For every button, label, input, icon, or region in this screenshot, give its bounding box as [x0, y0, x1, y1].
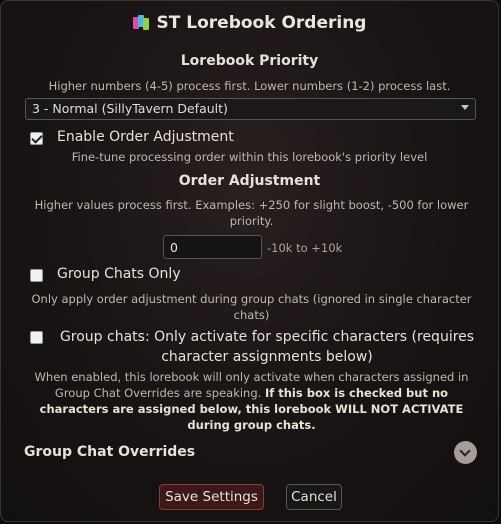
group-chats-only-hint: Only apply order adjustment during group… — [31, 292, 472, 322]
priority-hint: Higher numbers (4-5) process first. Lowe… — [48, 79, 451, 93]
enable-order-adjustment-label[interactable]: Enable Order Adjustment — [57, 129, 234, 145]
lorebook-ordering-dialog: ST Lorebook Ordering Lorebook Priority H… — [0, 0, 499, 522]
dialog-title: ST Lorebook Ordering — [1, 13, 498, 33]
group-specific-label[interactable]: Group chats: Only activate for specific … — [57, 327, 477, 367]
order-adjustment-input[interactable] — [163, 235, 262, 259]
group-chats-only-label[interactable]: Group Chats Only — [57, 266, 181, 282]
priority-heading: Lorebook Priority — [180, 53, 319, 69]
group-chats-only-checkbox[interactable] — [30, 269, 43, 282]
cancel-button[interactable]: Cancel — [286, 484, 342, 510]
order-adjustment-toggle-hint: Fine-tune processing order within this l… — [71, 150, 428, 164]
order-adjustment-heading: Order Adjustment — [178, 173, 321, 189]
enable-order-adjustment-checkbox[interactable] — [30, 132, 43, 145]
group-specific-hint: When enabled, this lorebook will only ac… — [23, 369, 480, 433]
order-adjustment-hint: Higher values process first. Examples: +… — [34, 198, 469, 228]
group-chat-overrides-heading[interactable]: Group Chat Overrides — [24, 444, 195, 460]
priority-selected-value: 3 - Normal (SillyTavern Default) — [32, 101, 228, 116]
dialog-title-text: ST Lorebook Ordering — [156, 13, 367, 33]
group-specific-checkbox[interactable] — [30, 331, 43, 344]
order-adjustment-range: -10k to +10k — [267, 241, 343, 255]
save-settings-button[interactable]: Save Settings — [159, 484, 264, 510]
priority-select[interactable]: 3 - Normal (SillyTavern Default) — [25, 98, 476, 120]
books-icon — [132, 15, 149, 31]
caret-down-icon — [461, 105, 469, 110]
chevron-down-icon[interactable] — [454, 441, 477, 464]
